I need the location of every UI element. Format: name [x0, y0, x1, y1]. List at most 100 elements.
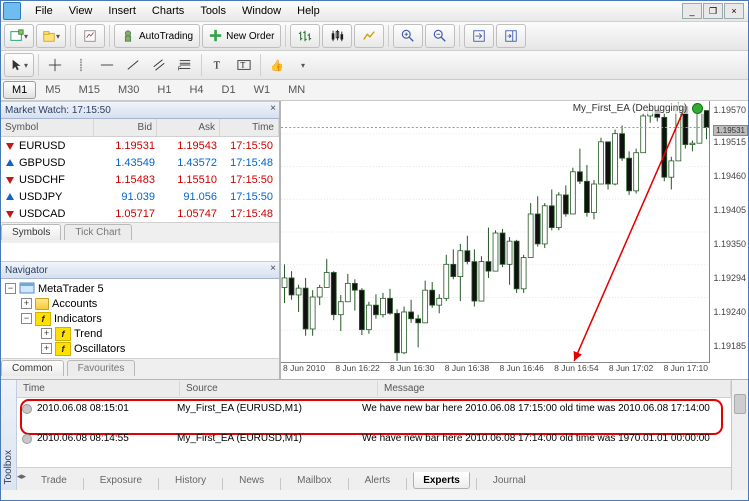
tree-accounts[interactable]: + Accounts [1, 296, 279, 311]
toolbox-tab-exposure[interactable]: Exposure [90, 472, 152, 489]
symbol-row-gbpusd[interactable]: GBPUSD1.435491.4357217:15:48 [1, 154, 279, 171]
log-row[interactable]: 2010.06.08 08:15:01My_First_EA (EURUSD,M… [17, 401, 731, 416]
tree-trend[interactable]: + f Trend [1, 326, 279, 341]
zoom-in-button[interactable] [393, 24, 423, 48]
menu-help[interactable]: Help [289, 3, 328, 19]
equidistant-channel-tool[interactable] [147, 54, 171, 76]
fibo-tool[interactable]: F [173, 54, 197, 76]
menu-tools[interactable]: Tools [192, 3, 234, 19]
expand-icon[interactable]: + [21, 298, 32, 309]
navigator-close-icon[interactable]: × [270, 263, 276, 274]
tab-common[interactable]: Common [1, 360, 64, 376]
terminal-icon [19, 282, 35, 296]
timeframe-w1[interactable]: W1 [245, 81, 280, 99]
menu-bar: FileViewInsertChartsToolsWindowHelp _ ❐ … [1, 1, 748, 22]
vertical-line-tool[interactable] [69, 54, 93, 76]
col-ask[interactable]: Ask [157, 119, 220, 136]
col-time[interactable]: Time [17, 381, 180, 396]
chart-shift-button[interactable] [496, 24, 526, 48]
expand-icon[interactable]: + [41, 328, 52, 339]
tree-oscillators[interactable]: + f Oscillators [1, 341, 279, 356]
tab-favourites[interactable]: Favourites [67, 360, 136, 376]
timeframe-m15[interactable]: M15 [70, 81, 109, 99]
symbol-row-usdjpy[interactable]: USDJPY91.03991.05617:15:50 [1, 188, 279, 205]
col-symbol[interactable]: Symbol [1, 119, 94, 136]
symbol-row-eurusd[interactable]: EURUSD1.195311.1954317:15:50 [1, 137, 279, 154]
symbol-row-usdcad[interactable]: USDCAD1.057171.0574717:15:48 [1, 205, 279, 222]
expand-icon[interactable]: + [41, 343, 52, 354]
menu-charts[interactable]: Charts [144, 3, 192, 19]
y-tick: 1.19240 [713, 307, 746, 317]
toolbox-tab-journal[interactable]: Journal [483, 472, 536, 489]
chart-area[interactable]: My_First_EA (Debugging) [281, 101, 710, 363]
timeframe-m1[interactable]: M1 [3, 81, 36, 99]
text-tool[interactable]: T [206, 54, 230, 76]
autotrading-button[interactable]: AutoTrading [114, 24, 200, 48]
profiles-button[interactable]: ▾ [36, 24, 66, 48]
close-button[interactable]: × [724, 3, 744, 19]
timeframe-m5[interactable]: M5 [36, 81, 69, 99]
toolbox-scrollbar[interactable] [731, 380, 748, 490]
y-tick: 1.19294 [713, 273, 746, 283]
new-chart-button[interactable]: ▾ [4, 24, 34, 48]
zoom-out-button[interactable] [425, 24, 455, 48]
menu-insert[interactable]: Insert [100, 3, 144, 19]
chart-bars-button[interactable] [290, 24, 320, 48]
col-bid[interactable]: Bid [94, 119, 157, 136]
timeframe-m30[interactable]: M30 [109, 81, 148, 99]
toolbox-tab-trade[interactable]: Trade [31, 472, 77, 489]
col-message[interactable]: Message [378, 381, 731, 396]
crosshair-tool[interactable] [43, 54, 67, 76]
menu-view[interactable]: View [61, 3, 101, 19]
toolbox-panel: Toolbox Time Source Message 2010.06.08 0… [1, 380, 748, 490]
tab-symbols[interactable]: Symbols [1, 224, 61, 240]
timeframe-h4[interactable]: H4 [180, 81, 212, 99]
market-watch-close-icon[interactable]: × [270, 103, 276, 114]
cursor-tool[interactable]: ▾ [4, 53, 34, 77]
toolbox-tab-news[interactable]: News [229, 472, 274, 489]
indicator-icon: f [55, 327, 71, 341]
timeframe-mn[interactable]: MN [279, 81, 314, 99]
text-label-tool[interactable]: T [232, 54, 256, 76]
auto-scroll-button[interactable] [464, 24, 494, 48]
tab-scroll-icon[interactable]: ◂▸ [17, 471, 26, 482]
log-row[interactable]: 2010.06.08 08:14:55My_First_EA (EURUSD,M… [17, 431, 731, 446]
x-tick: 8 Jun 17:02 [609, 363, 653, 373]
toolbox-header: Time Source Message [17, 380, 731, 398]
down-arrow-icon [5, 209, 15, 219]
trendline-tool[interactable] [121, 54, 145, 76]
minimize-button[interactable]: _ [682, 3, 702, 19]
x-tick: 8 Jun 16:46 [499, 363, 543, 373]
restore-button[interactable]: ❐ [703, 3, 723, 19]
market-watch-tabs: Symbols Tick Chart [1, 222, 279, 243]
market-watch-toggle[interactable] [75, 24, 105, 48]
tree-indicators[interactable]: − f Indicators [1, 311, 279, 326]
horizontal-line-tool[interactable] [95, 54, 119, 76]
symbol-row-usdchf[interactable]: USDCHF1.154831.1551017:15:50 [1, 171, 279, 188]
col-source[interactable]: Source [180, 381, 378, 396]
folder-icon [35, 298, 49, 310]
expand-icon[interactable]: − [5, 283, 16, 294]
toolbox-tab-experts[interactable]: Experts [413, 472, 470, 489]
menu-file[interactable]: File [27, 3, 61, 19]
x-tick: 8 Jun 16:30 [390, 363, 434, 373]
tree-root[interactable]: − MetaTrader 5 [1, 281, 279, 296]
chart-line-button[interactable] [354, 24, 384, 48]
navigator-tabs: Common Favourites [1, 358, 279, 379]
toolbox-side-label: Toolbox [1, 380, 17, 490]
col-time[interactable]: Time [220, 119, 279, 136]
tree-root-label: MetaTrader 5 [38, 283, 104, 295]
toolbox-tab-alerts[interactable]: Alerts [355, 472, 401, 489]
objects-dropdown[interactable]: ▾ [291, 54, 315, 76]
timeframe-h1[interactable]: H1 [148, 81, 180, 99]
chart-candles-button[interactable] [322, 24, 352, 48]
expand-icon[interactable]: − [21, 313, 32, 324]
new-order-button[interactable]: New Order [202, 24, 281, 48]
toolbox-tab-mailbox[interactable]: Mailbox [287, 472, 341, 489]
thumbs-up-icon[interactable]: 👍 [265, 54, 289, 76]
toolbox-tab-history[interactable]: History [165, 472, 216, 489]
timeframe-d1[interactable]: D1 [213, 81, 245, 99]
x-tick: 8 Jun 16:22 [335, 363, 379, 373]
menu-window[interactable]: Window [234, 3, 289, 19]
tab-tick-chart[interactable]: Tick Chart [64, 224, 131, 240]
